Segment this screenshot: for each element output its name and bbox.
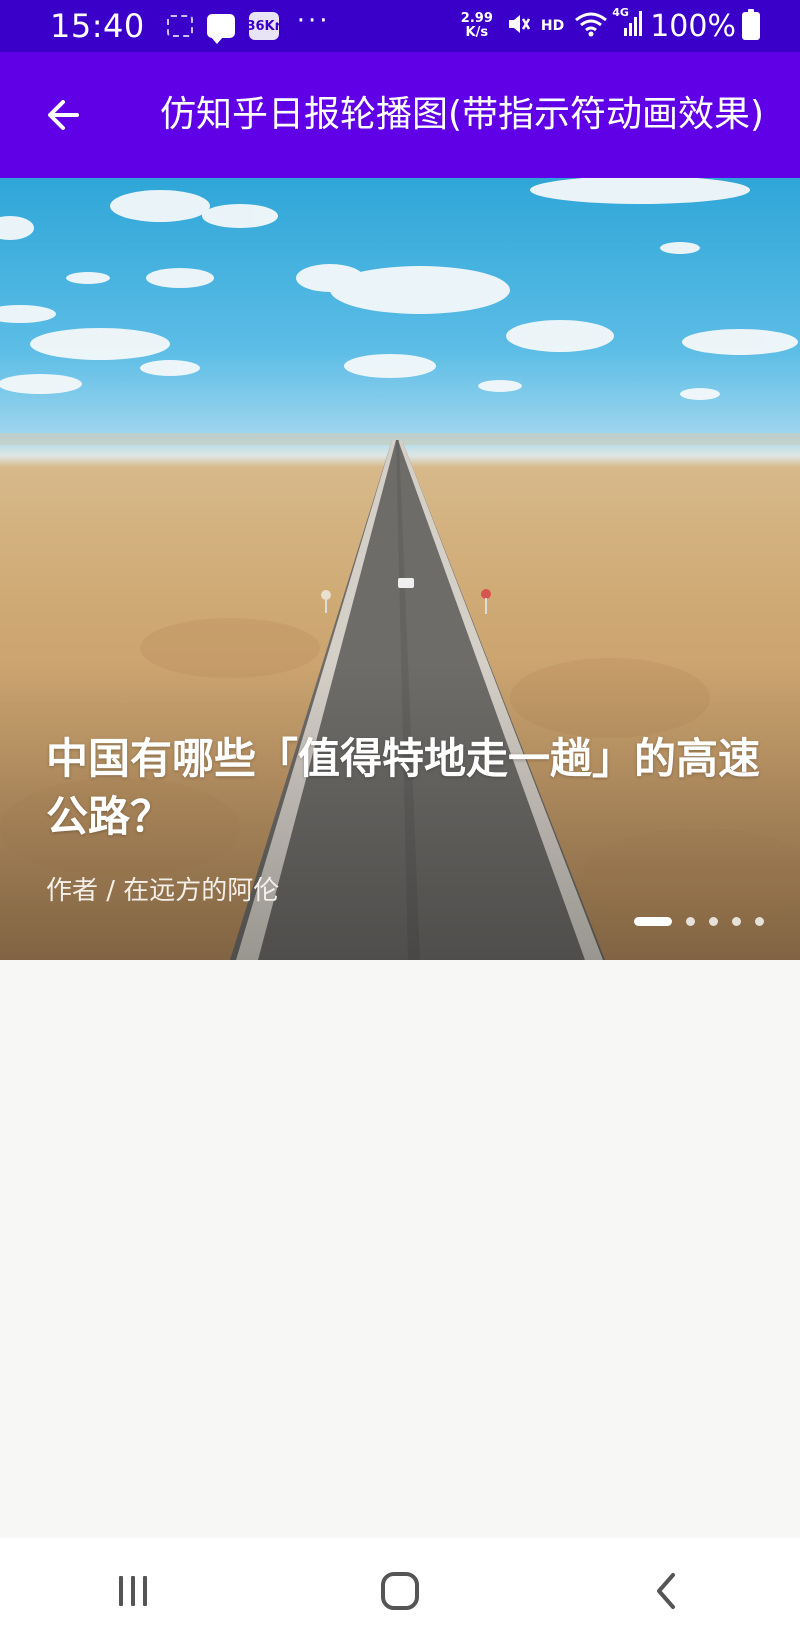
- page-indicator: [620, 917, 764, 926]
- chevron-left-icon: [656, 1573, 675, 1609]
- home-icon: [380, 1572, 419, 1610]
- network-type-label: 4G: [612, 6, 629, 19]
- recents-icon: [119, 1576, 148, 1606]
- nav-back-button[interactable]: [622, 1556, 712, 1626]
- home-button[interactable]: [355, 1556, 445, 1626]
- network-speed-value: 2.99: [460, 11, 493, 26]
- more-notifications-icon: ···: [296, 6, 331, 36]
- hd-voice-icon: HD: [540, 18, 565, 34]
- kr-app-icon: 36Kr: [246, 12, 281, 40]
- mute-icon: [505, 11, 531, 41]
- indicator-dot-active: [634, 917, 672, 926]
- status-bar: 15:40 36Kr ··· 2.99 K/s HD 4G 100%: [0, 0, 800, 52]
- back-button[interactable]: [30, 82, 96, 148]
- wifi-icon: [574, 11, 608, 41]
- page-title: 仿知乎日报轮播图(带指示符动画效果): [160, 94, 765, 135]
- system-navigation-bar: [0, 1538, 800, 1644]
- indicator-dot: [686, 917, 695, 926]
- indicator-dot: [709, 917, 718, 926]
- signal-icon: 4G: [612, 6, 643, 42]
- battery-percent: 100%: [650, 8, 736, 44]
- indicator-dot: [755, 917, 764, 926]
- battery-icon: [742, 9, 760, 40]
- network-speed-unit: K/s: [465, 25, 489, 40]
- recents-button[interactable]: [88, 1556, 178, 1626]
- status-time: 15:40: [50, 7, 145, 45]
- screen-recorder-icon: [166, 15, 193, 37]
- banner-author: 作者 / 在远方的阿伦: [46, 876, 280, 906]
- carousel-banner[interactable]: 中国有哪些「值得特地走一趟」的高速公路？ 作者 / 在远方的阿伦: [0, 178, 800, 960]
- message-icon: [206, 14, 235, 44]
- app-bar: 仿知乎日报轮播图(带指示符动画效果): [0, 52, 800, 178]
- network-speed: 2.99 K/s: [461, 12, 493, 40]
- indicator-dot: [732, 917, 741, 926]
- banner-title[interactable]: 中国有哪些「值得特地走一趟」的高速公路？: [46, 730, 766, 846]
- arrow-left-icon: [48, 100, 79, 130]
